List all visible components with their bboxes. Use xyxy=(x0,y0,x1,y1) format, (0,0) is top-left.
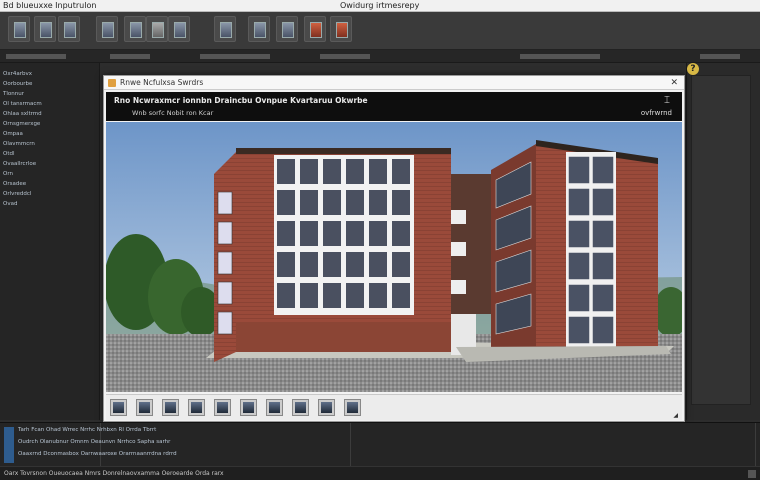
frame-icon[interactable] xyxy=(168,16,190,42)
tree-item[interactable]: Ovad xyxy=(3,201,17,207)
panel-icon[interactable] xyxy=(96,16,118,42)
render-dialog: Rnwe Ncfulxsa Swrdrs ✕ Rno Ncwraxmcr ion… xyxy=(103,75,685,422)
application-window: Bd blueuxxe Inputrulon Owidurg irtmesrep… xyxy=(0,0,760,480)
resize-arrow-icon[interactable]: ◢ xyxy=(673,412,678,419)
tree-item[interactable]: Orsadee xyxy=(3,181,26,187)
color-icon[interactable] xyxy=(330,16,352,42)
console-row: Oudrch Olanubnur Omnm Oeaunvn Nrrhco Sap… xyxy=(18,439,171,445)
stack-icon[interactable] xyxy=(214,16,236,42)
dialog-header-title: Rno Ncwraxmcr ionnbn Draincbu Ovnpue Kva… xyxy=(114,96,368,105)
render-viewport[interactable] xyxy=(106,122,682,392)
thumbnail-bar: ◢ xyxy=(106,394,682,420)
status-text: Oarx Tovrsnon Oueuocaea Nmrs Donrelnaovx… xyxy=(4,470,224,477)
status-bar: Oarx Tovrsnon Oueuocaea Nmrs Donrelnaovx… xyxy=(0,466,760,480)
dialog-header: Rno Ncwraxmcr ionnbn Draincbu Ovnpue Kva… xyxy=(106,92,682,121)
tree-item[interactable]: Ol tansrmacm xyxy=(3,101,42,107)
grid-icon[interactable] xyxy=(58,16,80,42)
title-bar: Bd blueuxxe Inputrulon Owidurg irtmesrep… xyxy=(0,0,760,12)
properties-area xyxy=(691,75,751,405)
secondary-toolbar xyxy=(0,50,760,63)
cursor-icon: ⌶ xyxy=(664,95,670,106)
view-thumbnail[interactable] xyxy=(214,399,231,416)
dialog-app-icon xyxy=(108,79,116,87)
console-selection-marker xyxy=(4,427,14,463)
tree-item[interactable]: Oorbourbe xyxy=(3,81,32,87)
tree-item[interactable]: Orn xyxy=(3,171,13,177)
tree-item[interactable]: Ohlaa sxltrmd xyxy=(3,111,42,117)
view-thumbnail[interactable] xyxy=(292,399,309,416)
brush-icon[interactable] xyxy=(304,16,326,42)
tree-item[interactable]: Oxr4arbvx xyxy=(3,71,32,77)
window-title: Owidurg irtmesrepy xyxy=(340,1,420,10)
right-panel: ? xyxy=(686,63,760,420)
document-icon[interactable] xyxy=(8,16,30,42)
dialog-header-subtitle: Wnb sorfc Nobit ron Kcar xyxy=(132,109,214,117)
console-row: Oaaxrnd Dconmasbox Oarnwaaroxe Orarrnaan… xyxy=(18,451,177,457)
view-thumbnail[interactable] xyxy=(188,399,205,416)
view-thumbnail[interactable] xyxy=(344,399,361,416)
view-thumbnail[interactable] xyxy=(162,399,179,416)
strip-segment[interactable] xyxy=(700,54,740,59)
dialog-title: Rnwe Ncfulxsa Swrdrs xyxy=(120,78,204,87)
layers-icon[interactable] xyxy=(34,16,56,42)
strip-segment[interactable] xyxy=(110,54,150,59)
view-thumbnail[interactable] xyxy=(110,399,127,416)
image-icon[interactable] xyxy=(124,16,146,42)
column-divider xyxy=(755,423,756,467)
close-icon[interactable] xyxy=(146,16,168,42)
building-render xyxy=(106,122,682,392)
console-row: Tarh Fcan Ohad Wrrec Nrrhc Nrhbxn Rl Orr… xyxy=(18,427,157,433)
tree-item[interactable]: Ompaa xyxy=(3,131,23,137)
strip-segment[interactable] xyxy=(6,54,66,59)
page-icon[interactable] xyxy=(276,16,298,42)
tree-item[interactable]: Tlonnur xyxy=(3,91,24,97)
view-thumbnail[interactable] xyxy=(318,399,335,416)
column-divider xyxy=(350,423,351,467)
resize-grip-icon[interactable] xyxy=(748,470,756,478)
dialog-title-bar: Rnwe Ncfulxsa Swrdrs ✕ xyxy=(104,76,684,90)
gallery-icon[interactable] xyxy=(248,16,270,42)
main-toolbar xyxy=(0,12,760,50)
header-tools-label[interactable]: ovfrwrnd xyxy=(641,109,672,117)
view-thumbnail[interactable] xyxy=(266,399,283,416)
strip-segment[interactable] xyxy=(320,54,370,59)
tree-item[interactable]: Orlvreddcl xyxy=(3,191,31,197)
output-console: Tarh Fcan Ohad Wrrec Nrrhc Nrhbxn Rl Orr… xyxy=(0,422,760,467)
strip-segment[interactable] xyxy=(200,54,270,59)
app-name: Bd blueuxxe Inputrulon xyxy=(3,1,97,10)
tree-item[interactable]: Otdl xyxy=(3,151,15,157)
tree-item[interactable]: Ornsgmerxge xyxy=(3,121,40,127)
tree-item[interactable]: Ovaallrcrloe xyxy=(3,161,36,167)
close-icon[interactable]: ✕ xyxy=(670,76,678,90)
left-panel: Oxr4arbvx Oorbourbe Tlonnur Ol tansrmacm Ohl… xyxy=(0,63,100,420)
help-icon[interactable]: ? xyxy=(687,63,699,75)
strip-segment[interactable] xyxy=(520,54,600,59)
view-thumbnail[interactable] xyxy=(136,399,153,416)
tree-item[interactable]: Olavmmcrn xyxy=(3,141,35,147)
view-thumbnail[interactable] xyxy=(240,399,257,416)
